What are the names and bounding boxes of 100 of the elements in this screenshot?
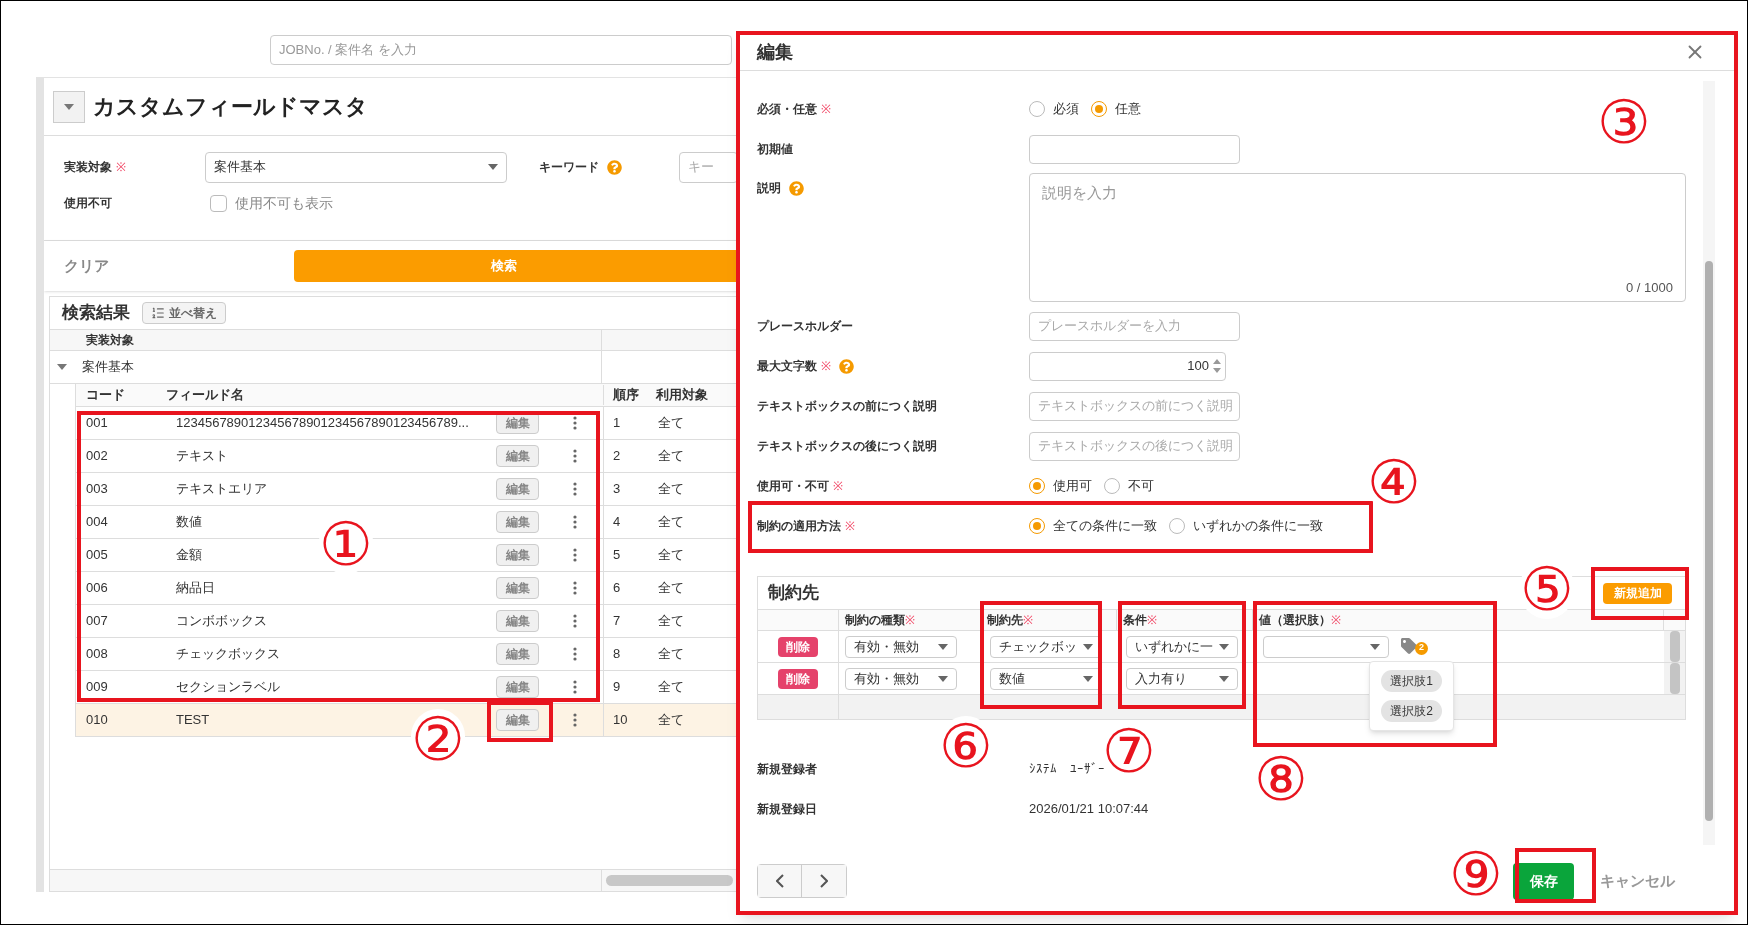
field-label: 新規登録者 — [757, 761, 817, 778]
table-cell-text: 全て — [657, 447, 684, 466]
caret-icon — [937, 643, 948, 650]
table-cell: 5 — [603, 539, 654, 571]
table-cell-text: 全て — [657, 612, 684, 631]
table-cell-text: 003 — [85, 480, 109, 499]
more-icon[interactable] — [573, 548, 577, 562]
more-icon[interactable] — [573, 482, 577, 496]
column-header: 制約先※ — [986, 612, 1033, 629]
more-icon[interactable] — [573, 416, 577, 430]
column-header: フィールド名 — [166, 386, 245, 405]
select-field[interactable]: いずれかに一 — [1126, 635, 1239, 658]
more-icon[interactable] — [573, 581, 577, 595]
field-label: 使用不可 — [64, 195, 112, 212]
more-icon[interactable] — [573, 713, 577, 727]
radio-option[interactable]: 使用可 — [1029, 476, 1092, 496]
column-header: 利用対象 — [655, 386, 708, 405]
table-cell-text: 008 — [85, 645, 109, 664]
table-row[interactable]: 003 テキストエリア 編集 3 全て — [75, 473, 737, 506]
more-icon[interactable] — [573, 680, 577, 694]
page-title: カスタムフィールドマスタ — [93, 93, 368, 121]
field-label: 使用可・不可 ※ — [757, 478, 843, 495]
delete-button[interactable]: 削除 — [777, 668, 818, 689]
column-header: 条件※ — [1123, 612, 1158, 629]
table-cell: 6 — [603, 572, 654, 604]
field-label: 初期値 — [757, 141, 793, 158]
table-cell-text: 数値 — [176, 513, 203, 532]
caret-icon — [937, 675, 948, 682]
table-cell-text: 002 — [85, 447, 109, 466]
select-field[interactable]: 有効・無効 — [844, 667, 957, 690]
caret-icon — [1369, 643, 1380, 650]
scrollbar[interactable] — [606, 875, 733, 886]
table-row[interactable]: 006 納品日 編集 6 全て — [75, 572, 737, 605]
sort-button[interactable]: 並べ替え — [142, 302, 226, 324]
delete-button[interactable]: 削除 — [777, 636, 818, 657]
field-label: 説明 — [757, 180, 781, 197]
more-icon[interactable] — [573, 449, 577, 463]
more-icon[interactable] — [573, 515, 577, 529]
table-cell-text: 全て — [657, 579, 684, 598]
column-header: 順序 — [603, 385, 654, 405]
table-row[interactable]: 002 テキスト 編集 2 全て — [75, 440, 737, 473]
table-cell: 1 — [603, 407, 654, 439]
select-field[interactable] — [1262, 635, 1389, 658]
field-label: 新規登録日 — [757, 801, 817, 818]
select-field[interactable]: 入力有り — [1126, 667, 1239, 690]
text-field[interactable] — [1029, 134, 1240, 164]
column-header: 実装対象 — [86, 332, 134, 349]
more-icon[interactable] — [573, 614, 577, 628]
choice-chip[interactable]: 選択肢2 — [1381, 700, 1442, 722]
caret-icon — [1219, 675, 1230, 682]
spinner-icon[interactable] — [1213, 358, 1221, 374]
table-cell-text: 006 — [85, 579, 109, 598]
caret-icon — [57, 364, 67, 370]
radio-option[interactable]: 任意 — [1091, 99, 1141, 119]
table-cell-text: 001 — [85, 414, 109, 433]
count-badge: 2 — [1414, 641, 1428, 655]
previous-button[interactable] — [758, 865, 802, 897]
table-row[interactable]: 008 チェックボックス 編集 8 全て — [75, 638, 737, 671]
choice-chip[interactable]: 選択肢1 — [1381, 670, 1442, 692]
tag-icon[interactable] — [1400, 637, 1417, 654]
table-cell-text: TEST — [176, 711, 211, 730]
collapse-toggle[interactable] — [53, 90, 85, 123]
number-field[interactable]: 100 — [1029, 351, 1226, 381]
select-field[interactable]: 案件基本 — [205, 151, 508, 183]
radio-option[interactable]: 必須 — [1029, 99, 1079, 119]
field-label: 必須・任意 ※ — [757, 101, 831, 118]
table-cell-text: 金額 — [176, 546, 203, 565]
radio-option[interactable]: いずれかの条件に一致 — [1169, 516, 1323, 536]
field-label: 制約の適用方法 ※ — [757, 518, 855, 535]
field-label: プレースホルダー — [757, 318, 853, 335]
next-button[interactable] — [802, 865, 846, 897]
more-icon[interactable] — [573, 647, 577, 661]
checkbox-option[interactable]: 使用不可も表示 — [210, 192, 333, 214]
table-cell: 4 — [603, 506, 654, 538]
table-cell-text: 007 — [85, 612, 109, 631]
table-cell-text: 全て — [657, 678, 684, 697]
field-label: 実装対象 ※ — [64, 159, 126, 176]
section-title: 制約先 — [768, 582, 819, 605]
table-cell-text: チェックボックス — [176, 645, 281, 664]
radio-option[interactable]: 不可 — [1104, 476, 1154, 496]
select-field[interactable]: 有効・無効 — [844, 635, 957, 658]
table-cell-text: 123456789012345678901234567890123456789... — [176, 414, 470, 433]
table-cell-text: 004 — [85, 513, 109, 532]
table-cell: 2 — [603, 440, 654, 472]
table-cell-text: 009 — [85, 678, 109, 697]
field-label: テキストボックスの後につく説明 — [757, 438, 937, 455]
radio-option[interactable]: 全ての条件に一致 — [1029, 516, 1157, 536]
clear-button[interactable]: クリア — [64, 254, 294, 278]
column-header: 値（選択肢）※ — [1258, 612, 1341, 629]
column-header: コード — [85, 386, 126, 405]
table-cell-text: 全て — [657, 645, 684, 664]
table-cell-text: 全て — [657, 513, 684, 532]
caret-icon — [488, 164, 499, 170]
table-cell-text: 全て — [657, 711, 684, 730]
table-cell-text: コンボボックス — [176, 612, 268, 631]
scrollbar[interactable] — [1703, 81, 1715, 845]
table-cell-text: 005 — [85, 546, 109, 565]
field-value: 2026/01/21 10:07:44 — [1029, 800, 1149, 819]
table-row[interactable]: 007 コンボボックス 編集 7 全て — [75, 605, 737, 638]
textarea-field[interactable]: 説明を入力 0 / 1000 — [1029, 173, 1686, 302]
